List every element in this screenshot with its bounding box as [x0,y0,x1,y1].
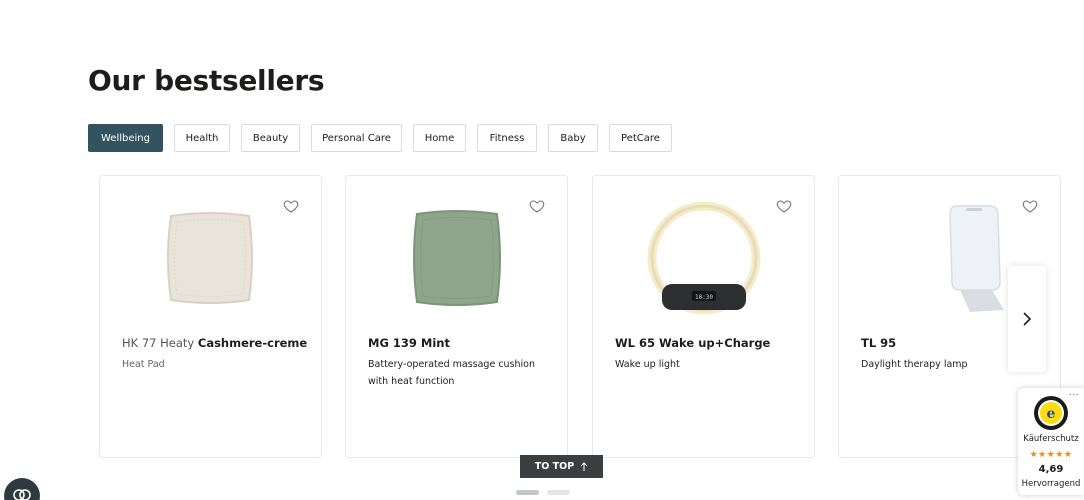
tab-fitness[interactable]: Fitness [476,124,537,152]
heart-icon[interactable] [529,198,545,214]
category-tabs: Wellbeing Health Beauty Personal Care Ho… [88,124,672,152]
product-card[interactable]: MG 139 Mint Battery-operated massage cus… [345,175,568,458]
section-heading: Our bestsellers [88,64,325,97]
pagination-dot[interactable] [547,490,570,495]
product-title[interactable]: HK 77 Heaty Cashmere-creme [122,336,307,350]
product-description: Heat Pad [122,359,165,370]
tab-beauty[interactable]: Beauty [240,124,300,152]
product-title[interactable]: WL 65 Wake up+Charge [615,336,770,350]
product-image[interactable]: 10:30 [634,198,774,323]
pagination-dot[interactable] [516,490,539,495]
chat-button[interactable] [4,478,40,500]
rating-text: Hervorragend [1021,479,1081,489]
svg-text:e: e [1047,406,1056,422]
chevron-right-icon [1023,312,1032,326]
product-description: Battery-operated massage cushion with he… [368,359,536,387]
to-top-label: TO TOP [534,461,575,472]
to-top-button[interactable]: TO TOP [520,455,603,478]
arrow-up-icon [580,461,588,471]
trusted-shops-badge[interactable]: ... e Käuferschutz ★★★★★ 4,69 Hervorrage… [1018,388,1084,495]
page: Our bestsellers Wellbeing Health Beauty … [0,0,1084,500]
heart-icon[interactable] [776,198,792,214]
carousel-next-button[interactable] [1008,266,1046,372]
product-title-name[interactable]: WL 65 Wake up+Charge [615,336,770,350]
trust-label: Käuferschutz [1023,434,1079,444]
star-rating: ★★★★★ [1029,450,1073,460]
product-image[interactable] [880,198,1020,323]
tab-personal-care[interactable]: Personal Care [310,124,402,152]
product-card[interactable]: 10:30 WL 65 Wake up+Charge Wake up light [592,175,815,458]
tab-baby[interactable]: Baby [547,124,598,152]
tab-health[interactable]: Health [173,124,230,152]
product-title-name[interactable]: TL 95 [861,336,896,350]
product-title-name[interactable]: Cashmere-creme [198,336,307,350]
product-image[interactable] [141,198,281,323]
more-options-icon[interactable]: ... [1069,388,1079,398]
rating-score: 4,69 [1038,464,1064,475]
product-title-name[interactable]: MG 139 Mint [368,336,450,350]
product-image[interactable] [387,198,527,323]
heart-icon[interactable] [1022,198,1038,214]
heart-icon[interactable] [283,198,299,214]
trust-seal-icon: e [1034,396,1068,430]
tab-home[interactable]: Home [412,124,466,152]
chat-icon [13,489,31,500]
product-description: Wake up light [615,359,680,370]
product-title[interactable]: TL 95 [861,336,896,350]
carousel-pagination [516,490,570,495]
tab-wellbeing[interactable]: Wellbeing [88,124,163,152]
svg-text:10:30: 10:30 [694,294,712,301]
product-title[interactable]: MG 139 Mint [368,336,450,350]
tab-petcare[interactable]: PetCare [608,124,672,152]
product-card[interactable]: HK 77 Heaty Cashmere-creme Heat Pad [99,175,322,458]
product-title-model[interactable]: HK 77 Heaty [122,336,198,350]
